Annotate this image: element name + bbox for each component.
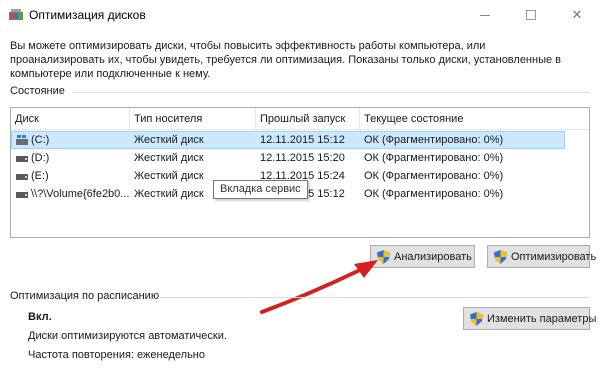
tooltip: Вкладка сервис: [213, 180, 308, 199]
current-state: ОК (Фрагментировано: 0%): [364, 152, 504, 164]
schedule-section-divider: [158, 297, 590, 298]
column-header-last-run[interactable]: Прошлый запуск: [256, 108, 360, 130]
drive-list[interactable]: Диск Тип носителя Прошлый запуск Текущее…: [10, 107, 590, 238]
status-section-divider: [72, 92, 590, 93]
schedule-auto-text: Диски оптимизируются автоматически.: [28, 330, 227, 342]
drive-row-d[interactable]: (D:) Жесткий диск 12.11.2015 15:20 ОК (Ф…: [11, 149, 589, 167]
current-state: ОК (Фрагментировано: 0%): [364, 134, 504, 146]
maximize-button[interactable]: [508, 0, 554, 30]
uac-shield-icon: [470, 311, 483, 326]
column-header-drive[interactable]: Диск: [11, 108, 130, 130]
minimize-button[interactable]: [462, 0, 508, 30]
schedule-status: Вкл.: [28, 311, 52, 323]
schedule-section-label: Оптимизация по расписанию: [10, 290, 160, 302]
minimize-icon: [480, 14, 490, 16]
close-icon: ✕: [571, 7, 583, 22]
change-settings-button[interactable]: Изменить параметры: [463, 307, 596, 330]
drive-name: (C:): [31, 134, 50, 146]
drive-list-header: Диск Тип носителя Прошлый запуск Текущее…: [11, 108, 589, 130]
maximize-icon: [526, 10, 536, 20]
annotation-arrow-icon: [260, 260, 378, 314]
last-run: 12.11.2015 15:20: [260, 152, 345, 164]
defrag-app-icon: [9, 9, 23, 20]
drive-name: (D:): [31, 152, 50, 164]
status-section-label: Состояние: [10, 85, 65, 97]
column-header-current-state[interactable]: Текущее состояние: [360, 108, 591, 130]
window-title: Оптимизация дисков: [29, 8, 146, 22]
media-type: Жесткий диск: [134, 152, 204, 164]
hard-drive-icon: [16, 156, 28, 162]
hard-drive-icon: [16, 192, 28, 198]
schedule-frequency: Частота повторения: еженедельно: [28, 349, 205, 361]
drive-name: (E:): [31, 170, 49, 182]
title-bar: Оптимизация дисков ✕: [0, 0, 600, 30]
current-state: ОК (Фрагментировано: 0%): [364, 170, 504, 182]
change-settings-label: Изменить параметры: [487, 312, 597, 325]
windows-drive-icon: [16, 135, 28, 145]
close-button[interactable]: ✕: [554, 0, 600, 30]
column-header-media-type[interactable]: Тип носителя: [130, 108, 256, 130]
uac-shield-icon: [494, 249, 507, 264]
last-run: 12.11.2015 15:12: [260, 134, 345, 146]
current-state: ОК (Фрагментировано: 0%): [364, 188, 504, 200]
analyze-button[interactable]: Анализировать: [370, 245, 475, 268]
drive-name: \\?\Volume{6fe2b0...: [31, 188, 129, 200]
drive-row-c[interactable]: (C:) Жесткий диск 12.11.2015 15:12 ОК (Ф…: [11, 131, 589, 149]
optimize-label: Оптимизировать: [511, 250, 597, 263]
analyze-label: Анализировать: [394, 250, 472, 263]
hard-drive-icon: [16, 174, 28, 180]
media-type: Жесткий диск: [134, 134, 204, 146]
description-text: Вы можете оптимизировать диски, чтобы по…: [10, 40, 562, 80]
optimize-button[interactable]: Оптимизировать: [487, 245, 596, 268]
